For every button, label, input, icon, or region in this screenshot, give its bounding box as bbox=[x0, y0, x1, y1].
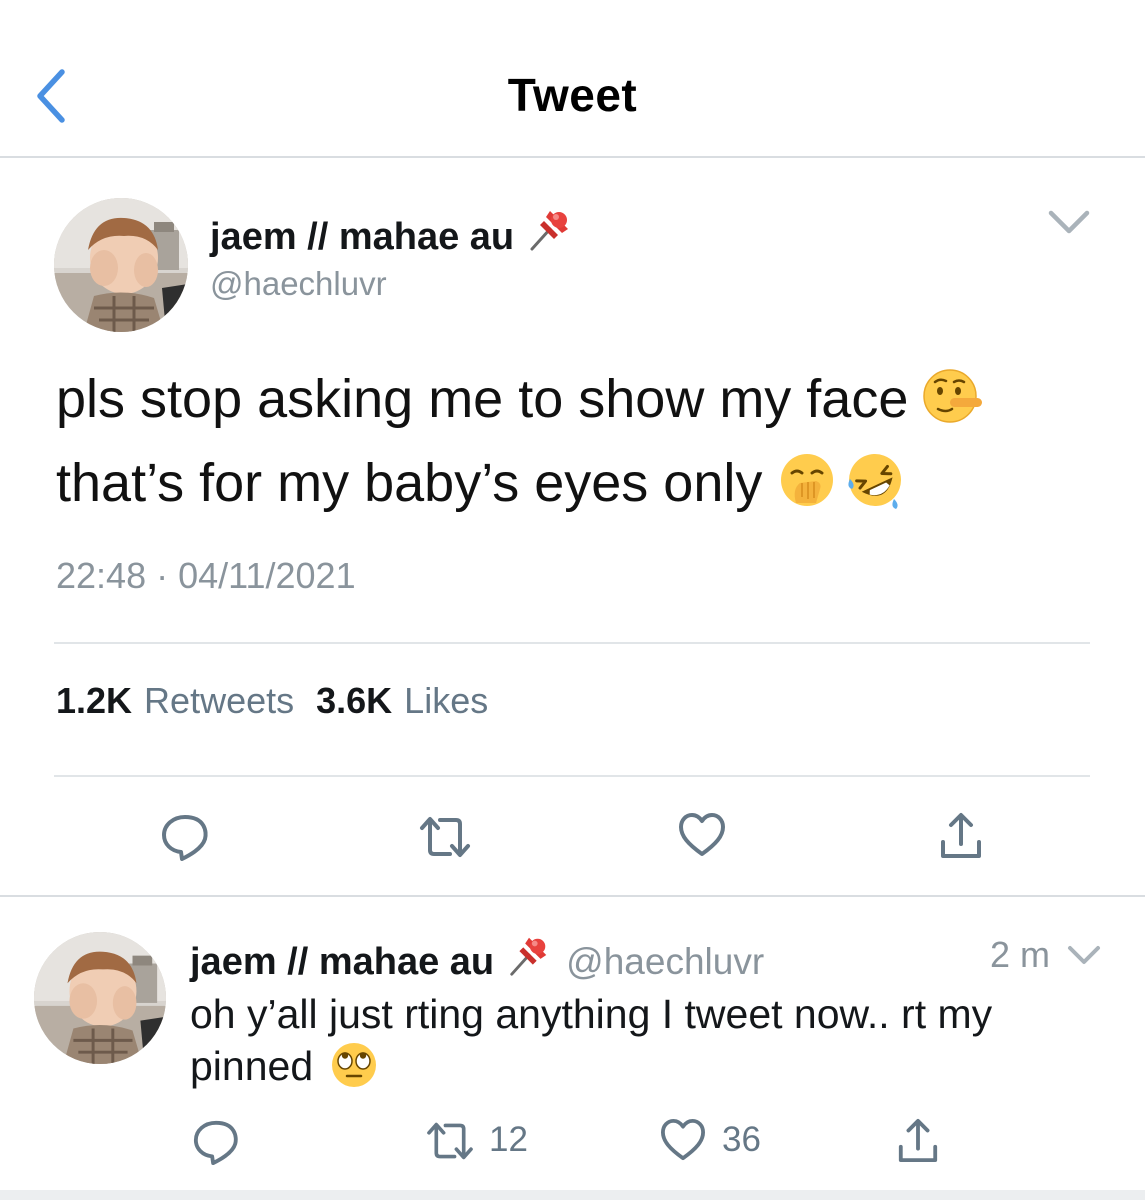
share-button[interactable] bbox=[938, 810, 984, 862]
divider bbox=[54, 642, 1090, 644]
display-name[interactable]: jaem // mahae au bbox=[210, 205, 574, 263]
chevron-down-icon bbox=[1048, 210, 1090, 234]
reply-more-options-button[interactable] bbox=[1066, 942, 1102, 968]
hand-over-mouth-emoji bbox=[776, 449, 838, 530]
reply-like-button[interactable] bbox=[660, 1118, 706, 1162]
reply-retweet-count: 12 bbox=[489, 1120, 528, 1159]
likes-stat[interactable]: 3.6K Likes bbox=[316, 680, 488, 721]
tweet-timestamp: 22:48 · 04/11/2021 bbox=[56, 555, 356, 597]
tweet-text-line-1: pls stop asking me to show my face bbox=[56, 369, 909, 429]
avatar[interactable] bbox=[54, 198, 188, 332]
reply-avatar[interactable] bbox=[34, 932, 166, 1064]
tweet-text-line-2: that’s for my baby’s eyes only bbox=[56, 453, 763, 513]
likes-label: Likes bbox=[404, 680, 489, 721]
retweet-button[interactable] bbox=[418, 814, 472, 860]
display-name-text: jaem // mahae au bbox=[210, 216, 515, 258]
divider bbox=[54, 775, 1090, 777]
reply-text-content: oh y’all just rting anything I tweet now… bbox=[190, 991, 993, 1089]
speech-bubble-icon bbox=[162, 815, 208, 861]
reply-retweet-button[interactable] bbox=[424, 1120, 476, 1162]
reply-share-button[interactable] bbox=[896, 1116, 940, 1166]
reply-header: jaem // mahae au @haechluvr bbox=[190, 932, 764, 988]
reply-handle[interactable]: @haechluvr bbox=[566, 941, 764, 982]
timestamp-separator: · bbox=[156, 555, 169, 596]
eye-roll-emoji bbox=[329, 1040, 379, 1102]
lying-face-emoji bbox=[922, 365, 984, 446]
reply-button[interactable] bbox=[160, 812, 210, 862]
more-options-button[interactable] bbox=[1045, 205, 1093, 237]
handle[interactable]: @haechluvr bbox=[210, 265, 387, 303]
reply-like-count: 36 bbox=[722, 1120, 761, 1159]
retweets-stat[interactable]: 1.2K Retweets bbox=[56, 680, 294, 721]
tweet-date: 04/11/2021 bbox=[178, 555, 356, 596]
avatar-image bbox=[34, 932, 166, 1064]
likes-count: 3.6K bbox=[316, 680, 393, 721]
heart-icon bbox=[661, 1118, 706, 1161]
share-up-arrow-icon bbox=[941, 813, 981, 858]
reply-reply-button[interactable] bbox=[192, 1118, 240, 1166]
avatar-image bbox=[54, 198, 188, 332]
bottom-separator bbox=[0, 1190, 1145, 1200]
pushpin-icon bbox=[526, 205, 574, 263]
tweet-text: pls stop asking me to show my face that’… bbox=[56, 362, 1116, 530]
section-separator bbox=[0, 895, 1145, 897]
share-up-arrow-icon bbox=[898, 1119, 938, 1163]
reply-display-name[interactable]: jaem // mahae au bbox=[190, 941, 494, 983]
retweet-arrows-icon bbox=[420, 817, 470, 857]
tweet-stats: 1.2K Retweets 3.6K Likes bbox=[56, 680, 488, 722]
retweets-count: 1.2K bbox=[56, 680, 133, 721]
reply-time: 2 m bbox=[990, 934, 1051, 975]
speech-bubble-icon bbox=[193, 1120, 238, 1166]
tweet-time: 22:48 bbox=[56, 555, 147, 596]
retweet-arrows-icon bbox=[427, 1122, 473, 1160]
rolling-on-floor-laughing-emoji bbox=[844, 449, 906, 530]
chevron-down-icon bbox=[1068, 946, 1100, 964]
retweets-label: Retweets bbox=[144, 680, 295, 721]
reply-text: oh y’all just rting anything I tweet now… bbox=[190, 988, 1110, 1102]
heart-icon bbox=[679, 813, 725, 856]
page-title: Tweet bbox=[507, 69, 638, 121]
pushpin-icon bbox=[506, 932, 552, 988]
like-button[interactable] bbox=[678, 812, 726, 858]
